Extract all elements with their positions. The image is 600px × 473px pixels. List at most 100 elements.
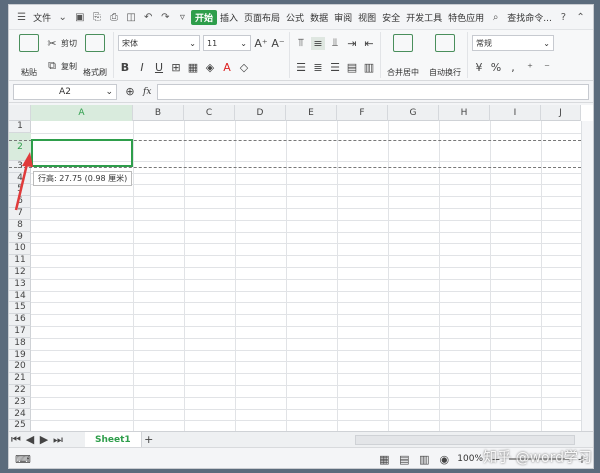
clear-icon[interactable]: ◇: [237, 61, 251, 74]
formula-input[interactable]: [157, 83, 589, 100]
row-header-4[interactable]: 4: [9, 173, 31, 185]
fill-color-icon[interactable]: ◈: [203, 61, 217, 74]
column-header-e[interactable]: E: [286, 105, 337, 121]
tab-home[interactable]: 开始: [191, 9, 218, 25]
column-header-i[interactable]: I: [490, 105, 541, 121]
row-header-9[interactable]: 9: [9, 232, 31, 244]
align-left-icon[interactable]: ☰: [294, 61, 308, 74]
chevron-down-icon[interactable]: ⌄: [56, 10, 69, 24]
row-header-11[interactable]: 11: [9, 255, 31, 267]
column-header-f[interactable]: F: [337, 105, 388, 121]
row-header-24[interactable]: 24: [9, 409, 31, 421]
row-header-19[interactable]: 19: [9, 350, 31, 362]
column-header-d[interactable]: D: [235, 105, 286, 121]
export-icon[interactable]: ⎘: [90, 10, 103, 24]
column-header-h[interactable]: H: [439, 105, 490, 121]
tab-view[interactable]: 视图: [355, 11, 379, 24]
row-header-15[interactable]: 15: [9, 302, 31, 315]
row-header-8[interactable]: 8: [9, 220, 31, 232]
row-header-20[interactable]: 20: [9, 361, 31, 374]
bold-icon[interactable]: B: [118, 61, 132, 74]
next-sheet-icon[interactable]: ▶: [37, 433, 51, 446]
select-all-corner[interactable]: [9, 105, 31, 121]
search-icon[interactable]: ⌕: [489, 10, 502, 24]
decrease-font-icon[interactable]: A⁻: [271, 37, 285, 50]
tab-developer[interactable]: 开发工具: [403, 11, 445, 24]
row-header-25[interactable]: 25: [9, 420, 31, 431]
column-header-a[interactable]: A: [31, 105, 133, 121]
more-icon[interactable]: ▿: [176, 10, 189, 24]
tab-security[interactable]: 安全: [379, 11, 403, 24]
menu-file[interactable]: 文件: [30, 11, 54, 24]
distribute-icon[interactable]: ▥: [362, 61, 376, 74]
merge-center-button[interactable]: 合并居中: [385, 32, 421, 78]
thousands-icon[interactable]: ,: [506, 61, 520, 74]
align-middle-icon[interactable]: ≡: [311, 36, 325, 50]
last-sheet-icon[interactable]: ⏭: [51, 433, 65, 447]
border-icon[interactable]: ⊞: [169, 61, 183, 74]
font-name-select[interactable]: 宋体 ⌄: [118, 35, 200, 51]
align-right-icon[interactable]: ☰: [328, 61, 342, 74]
row-header-10[interactable]: 10: [9, 243, 31, 256]
italic-icon[interactable]: I: [135, 61, 149, 74]
justify-icon[interactable]: ▤: [345, 61, 359, 74]
tab-insert[interactable]: 插入: [217, 11, 241, 24]
row-header-18[interactable]: 18: [9, 338, 31, 350]
selected-cell-a2[interactable]: [31, 139, 133, 167]
tab-page-layout[interactable]: 页面布局: [241, 11, 283, 24]
redo-icon[interactable]: ↷: [159, 10, 172, 24]
column-header-g[interactable]: G: [388, 105, 439, 121]
row-header-1[interactable]: 1: [9, 121, 31, 133]
row-header-16[interactable]: 16: [9, 314, 31, 326]
tab-sheet1[interactable]: Sheet1: [85, 431, 142, 448]
row-header-23[interactable]: 23: [9, 397, 31, 409]
align-center-icon[interactable]: ≣: [311, 61, 325, 74]
row-header-21[interactable]: 21: [9, 373, 31, 385]
row-header-14[interactable]: 14: [9, 291, 31, 303]
save-icon[interactable]: ▣: [73, 10, 86, 24]
number-format-select[interactable]: 常规 ⌄: [472, 35, 554, 51]
format-painter-button[interactable]: 格式刷: [81, 32, 109, 78]
outdent-icon[interactable]: ⇤: [362, 37, 376, 50]
prev-sheet-icon[interactable]: ◀: [23, 433, 37, 446]
command-search[interactable]: 查找命令...: [504, 11, 555, 24]
cut-button[interactable]: ✂ 剪切: [45, 37, 77, 50]
font-color-icon[interactable]: A: [220, 61, 234, 74]
row-header-12[interactable]: 12: [9, 267, 31, 279]
row-header-22[interactable]: 22: [9, 385, 31, 397]
vertical-scrollbar[interactable]: [581, 121, 593, 431]
reading-view-icon[interactable]: ◉: [437, 453, 451, 466]
zoom-icon[interactable]: ⊕: [123, 85, 137, 98]
horizontal-scrollbar[interactable]: [355, 434, 575, 445]
align-bottom-icon[interactable]: ⫫: [328, 36, 342, 50]
copy-button[interactable]: ⧉ 复制: [45, 59, 77, 73]
ribbon-toggle-icon[interactable]: ⌃: [574, 10, 587, 24]
align-top-icon[interactable]: ⫪: [294, 36, 308, 50]
row-header-17[interactable]: 17: [9, 326, 31, 338]
paste-button[interactable]: 粘贴: [17, 32, 41, 78]
column-header-c[interactable]: C: [184, 105, 235, 121]
print-icon[interactable]: ⎙: [107, 10, 120, 24]
first-sheet-icon[interactable]: ⏮: [9, 433, 23, 447]
underline-icon[interactable]: U: [152, 61, 166, 74]
preview-icon[interactable]: ◫: [125, 10, 138, 24]
row-header-2[interactable]: 2: [9, 132, 31, 161]
zoom-level[interactable]: 100%: [457, 454, 483, 464]
row-header-5[interactable]: 5: [9, 184, 31, 197]
decrease-decimal-icon[interactable]: ⁻: [540, 61, 554, 74]
row-header-6[interactable]: 6: [9, 196, 31, 208]
help-icon[interactable]: ?: [557, 10, 570, 24]
percent-icon[interactable]: %: [489, 61, 503, 74]
tab-data[interactable]: 数据: [307, 11, 331, 24]
indent-icon[interactable]: ⇥: [345, 37, 359, 50]
currency-icon[interactable]: ¥: [472, 61, 486, 74]
add-sheet-icon[interactable]: +: [142, 433, 156, 446]
increase-decimal-icon[interactable]: ⁺: [523, 61, 537, 74]
column-header-b[interactable]: B: [133, 105, 184, 121]
hamburger-icon[interactable]: ☰: [15, 10, 28, 24]
column-header-j[interactable]: J: [541, 105, 581, 121]
tab-review[interactable]: 审阅: [331, 11, 355, 24]
tab-formula[interactable]: 公式: [283, 11, 307, 24]
fx-button[interactable]: fx: [143, 87, 151, 97]
row-header-7[interactable]: 7: [9, 208, 31, 220]
